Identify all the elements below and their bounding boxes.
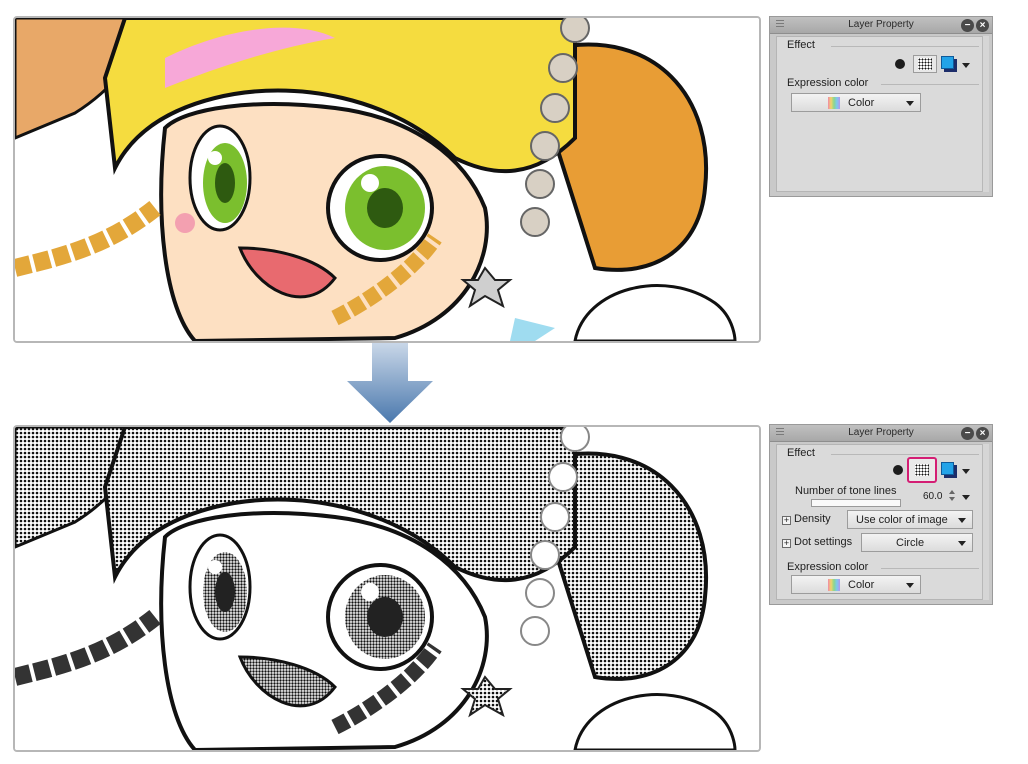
tone-illustration (15, 427, 759, 750)
color-swatch-icon (828, 97, 840, 109)
density-select[interactable]: Use color of image (847, 510, 973, 529)
tone-illustration-canvas (13, 425, 761, 752)
density-value: Use color of image (856, 514, 948, 526)
panel-body: Effect Expression color Color (776, 36, 984, 192)
chevron-down-icon[interactable] (962, 63, 970, 68)
layer-property-panel-bottom: Layer Property − × Effect Number of tone… (769, 424, 993, 605)
chevron-down-icon (906, 583, 914, 588)
dot-settings-label: Dot settings (794, 536, 853, 548)
close-icon[interactable]: × (976, 19, 989, 32)
tone-lines-spinner[interactable] (947, 489, 956, 503)
expression-color-value: Color (848, 97, 875, 109)
expand-density-icon[interactable]: + (782, 516, 791, 525)
circle-effect-icon[interactable] (895, 59, 905, 69)
expand-dot-settings-icon[interactable]: + (782, 539, 791, 548)
divider (881, 84, 979, 85)
expression-color-label: Expression color (787, 561, 869, 573)
expression-color-label: Expression color (787, 77, 869, 89)
minimize-icon[interactable]: − (961, 427, 974, 440)
panel-title: Layer Property (848, 427, 914, 438)
panel-titlebar[interactable]: Layer Property − × (770, 425, 992, 442)
circle-effect-icon[interactable] (893, 465, 903, 475)
panel-scrollbar[interactable] (982, 36, 989, 192)
minimize-icon[interactable]: − (961, 19, 974, 32)
divider (831, 46, 979, 47)
expression-color-value: Color (848, 579, 875, 591)
color-swatch-icon (828, 579, 840, 591)
layer-color-icon[interactable] (941, 56, 957, 72)
tone-lines-slider[interactable] (811, 499, 901, 507)
layer-color-icon[interactable] (941, 462, 957, 478)
chevron-down-icon (906, 101, 914, 106)
chevron-down-icon[interactable] (962, 495, 970, 500)
chevron-down-icon (958, 518, 966, 523)
divider (881, 568, 979, 569)
expression-color-select[interactable]: Color (791, 93, 921, 112)
density-label: Density (794, 513, 831, 525)
panel-titlebar[interactable]: Layer Property − × (770, 17, 992, 34)
panel-scrollbar[interactable] (982, 444, 989, 600)
color-illustration (15, 18, 759, 341)
color-illustration-canvas (13, 16, 761, 343)
layer-property-panel-top: Layer Property − × Effect Expression col… (769, 16, 993, 197)
tone-effect-icon[interactable] (913, 55, 937, 73)
chevron-down-icon (958, 541, 966, 546)
tone-lines-value[interactable]: 60.0 (923, 491, 942, 502)
tone-lines-label: Number of tone lines (795, 485, 897, 497)
expression-color-select[interactable]: Color (791, 575, 921, 594)
panel-title: Layer Property (848, 19, 914, 30)
effect-label: Effect (787, 447, 815, 459)
divider (831, 454, 979, 455)
dot-settings-select[interactable]: Circle (861, 533, 973, 552)
panel-body: Effect Number of tone lines 60.0 + Densi… (776, 444, 984, 600)
dot-settings-value: Circle (896, 537, 925, 549)
tone-effect-icon[interactable] (907, 457, 937, 483)
effect-label: Effect (787, 39, 815, 51)
chevron-down-icon[interactable] (962, 469, 970, 474)
close-icon[interactable]: × (976, 427, 989, 440)
down-arrow-icon (347, 343, 433, 423)
